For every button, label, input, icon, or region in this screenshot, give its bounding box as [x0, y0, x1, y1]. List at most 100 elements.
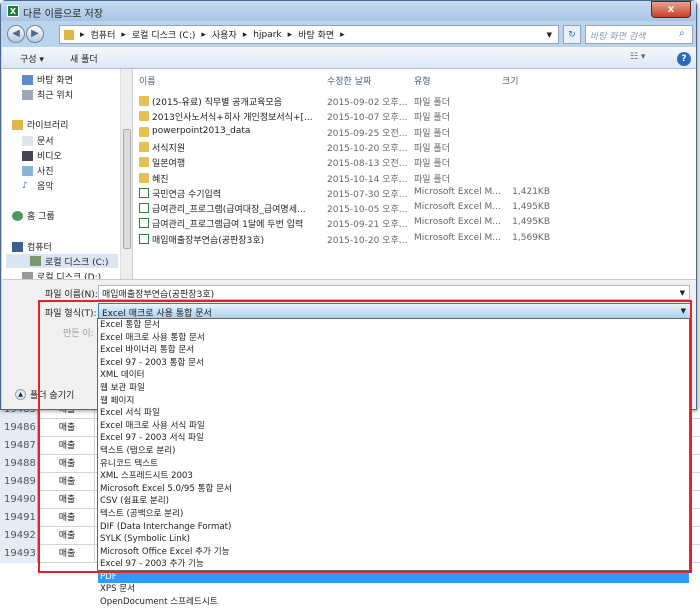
- filetype-option[interactable]: Excel 97 - 2003 추가 기능: [98, 558, 689, 571]
- sheet-cell[interactable]: 매출: [40, 473, 95, 491]
- file-row[interactable]: 2013인사노서식+히사 개인정보서식+[... 2015-10-07 오후...…: [133, 109, 693, 124]
- back-button[interactable]: ◀: [7, 25, 25, 43]
- file-date: 2015-10-20 오후...: [327, 235, 408, 246]
- sheet-cell[interactable]: 매출: [40, 491, 95, 509]
- sheet-cell[interactable]: 매출: [40, 527, 95, 545]
- sheet-cell[interactable]: 매출: [40, 419, 95, 437]
- file-row[interactable]: 매입매출장부연습(공판장3호) 2015-10-20 오후... Microsoft…: [133, 232, 693, 247]
- file-row[interactable]: 국민연금 수기입력 2015-07-30 오후... Microsoft Excel…: [133, 186, 693, 201]
- filetype-select[interactable]: Excel 매크로 사용 통합 문서 ▼: [98, 303, 691, 319]
- file-name: 매입매출장부연습(공판장3호): [152, 235, 265, 246]
- help-icon[interactable]: ?: [677, 52, 691, 66]
- filetype-option[interactable]: Excel 통합 문서: [98, 319, 689, 332]
- chevron-down-icon[interactable]: ▼: [681, 307, 686, 315]
- row-number[interactable]: 19488: [0, 455, 38, 473]
- sheet-cell[interactable]: 매출: [40, 437, 95, 455]
- close-button[interactable]: x: [651, 1, 691, 18]
- breadcrumb-item[interactable]: hjpark: [253, 30, 281, 40]
- scrollbar-thumb[interactable]: [123, 129, 131, 249]
- filetype-option[interactable]: OpenDocument 스프레드시트: [98, 596, 689, 609]
- view-options-icon[interactable]: ☷ ▾: [630, 52, 645, 62]
- filetype-option[interactable]: 텍스트 (공백으로 분리): [98, 508, 689, 521]
- filetype-option[interactable]: XPS 문서: [98, 583, 689, 596]
- nav-pictures[interactable]: 사진: [22, 164, 54, 177]
- file-date: 2015-09-21 오후...: [327, 220, 408, 231]
- filetype-option[interactable]: CSV (쉼표로 분리): [98, 495, 689, 508]
- nav-music[interactable]: ♪ 음악: [22, 179, 54, 193]
- file-date: 2015-07-30 오후...: [327, 189, 408, 200]
- search-icon[interactable]: ⌕: [679, 28, 685, 39]
- column-header-type[interactable]: 유형: [414, 74, 431, 87]
- chevron-down-icon[interactable]: ▼: [547, 31, 552, 39]
- nav-videos[interactable]: 비디오: [22, 149, 62, 162]
- column-header-size[interactable]: 크기: [502, 74, 519, 87]
- file-type: 파일 폴더: [414, 159, 450, 170]
- file-row[interactable]: 혜진 2015-10-14 오후... 파일 폴더: [133, 171, 693, 186]
- nav-local-disk-c[interactable]: 로컬 디스크 (C:): [6, 254, 118, 268]
- nav-homegroup[interactable]: 홈 그룹: [12, 209, 55, 222]
- search-input[interactable]: 바탕 화면 검색: [585, 25, 693, 44]
- filetype-option[interactable]: Excel 97 - 2003 통합 문서: [98, 357, 689, 370]
- filetype-option[interactable]: XML 데이터: [98, 369, 689, 382]
- nav-desktop[interactable]: 바탕 화면: [22, 73, 73, 86]
- row-number[interactable]: 19491: [0, 509, 38, 527]
- filetype-option[interactable]: Microsoft Excel 5.0/95 통합 문서: [98, 483, 689, 496]
- filename-input[interactable]: 매입매출장부연습(공판장3호) ▼: [98, 285, 690, 300]
- filetype-dropdown-list: Excel 통합 문서 Excel 매크로 사용 통합 문서 Excel 바이너리 …: [97, 318, 690, 607]
- nav-recent[interactable]: 최근 위치: [22, 88, 73, 101]
- address-bar[interactable]: ▸ 컴퓨터 ▸ 로컬 디스크 (C:) ▸ 사용자 ▸ hjpark ▸ 바탕 화면 ▸ …: [59, 25, 559, 44]
- filetype-option[interactable]: 유니코드 텍스트: [98, 458, 689, 471]
- filetype-option[interactable]: Excel 매크로 사용 서식 파일: [98, 420, 689, 433]
- breadcrumb-item[interactable]: 바탕 화면: [298, 28, 334, 41]
- computer-icon: [12, 241, 23, 252]
- organize-button[interactable]: 구성 ▾: [20, 52, 44, 65]
- new-folder-button[interactable]: 새 폴더: [70, 52, 98, 65]
- sheet-cell[interactable]: 매출: [40, 509, 95, 527]
- row-number[interactable]: 19487: [0, 437, 38, 455]
- nav-scrollbar[interactable]: [120, 69, 132, 279]
- file-row[interactable]: 일본여행 2015-08-13 오전... 파일 폴더: [133, 155, 693, 170]
- file-row[interactable]: 급여관리_프로그램급여 1달에 두번 입력 2015-09-21 오후... Mic…: [133, 216, 693, 231]
- file-row[interactable]: powerpoint2013_data 2015-09-25 오전... 파일 폴더: [133, 125, 693, 140]
- filetype-option[interactable]: XML 스프레드시트 2003: [98, 470, 689, 483]
- title-bar: X 다른 이름으로 저장 x: [1, 1, 696, 21]
- sheet-cell[interactable]: 매출: [40, 455, 95, 473]
- file-row[interactable]: 서식지원 2015-10-20 오후... 파일 폴더: [133, 140, 693, 155]
- desktop-icon: [22, 74, 33, 85]
- filetype-option[interactable]: Microsoft Office Excel 추가 기능: [98, 546, 689, 559]
- excel-file-icon: [139, 233, 149, 244]
- nav-computer[interactable]: 컴퓨터: [12, 240, 52, 253]
- file-row[interactable]: 급여관리_프로그램(급여대장_급여명세... 2015-10-05 오후... Mi…: [133, 201, 693, 216]
- filetype-option[interactable]: 텍스트 (탭으로 분리): [98, 445, 689, 458]
- filetype-option[interactable]: Excel 바이너리 통합 문서: [98, 344, 689, 357]
- refresh-button[interactable]: ↻: [563, 25, 581, 44]
- filetype-option[interactable]: Excel 매크로 사용 통합 문서: [98, 332, 689, 345]
- filetype-option[interactable]: Excel 97 - 2003 서식 파일: [98, 432, 689, 445]
- column-header-name[interactable]: 이름: [139, 74, 156, 87]
- file-row[interactable]: (2015-유료) 직무별 공개교육모음 2015-09-02 오후... 파일 폴…: [133, 94, 693, 109]
- picture-icon: [22, 165, 33, 176]
- hide-folders-button[interactable]: ▲ 폴더 숨기기: [15, 388, 74, 401]
- filetype-option[interactable]: Excel 서식 파일: [98, 407, 689, 420]
- folder-icon: [64, 29, 74, 40]
- filetype-option[interactable]: 웹 보관 파일: [98, 382, 689, 395]
- breadcrumb-item[interactable]: 컴퓨터: [91, 28, 116, 41]
- filetype-option[interactable]: PDF: [98, 570, 689, 584]
- chevron-down-icon[interactable]: ▼: [680, 289, 685, 297]
- breadcrumb-item[interactable]: 사용자: [212, 28, 237, 41]
- forward-button[interactable]: ▶: [26, 25, 44, 43]
- breadcrumb-item[interactable]: 로컬 디스크 (C:): [132, 28, 195, 41]
- row-number[interactable]: 19489: [0, 473, 38, 491]
- nav-libraries[interactable]: 라이브러리: [12, 118, 68, 131]
- row-number[interactable]: 19486: [0, 419, 38, 437]
- nav-documents[interactable]: 문서: [22, 134, 54, 147]
- row-number[interactable]: 19492: [0, 527, 38, 545]
- nav-local-disk-d[interactable]: 로컬 디스크 (D:): [22, 270, 101, 279]
- filetype-option[interactable]: 웹 페이지: [98, 395, 689, 408]
- row-number[interactable]: 19490: [0, 491, 38, 509]
- row-number[interactable]: 19493: [0, 545, 38, 563]
- column-header-date[interactable]: 수정한 날짜: [327, 74, 371, 87]
- sheet-cell[interactable]: 매출: [40, 545, 95, 563]
- filetype-option[interactable]: SYLK (Symbolic Link): [98, 533, 689, 546]
- filetype-option[interactable]: DIF (Data Interchange Format): [98, 521, 689, 534]
